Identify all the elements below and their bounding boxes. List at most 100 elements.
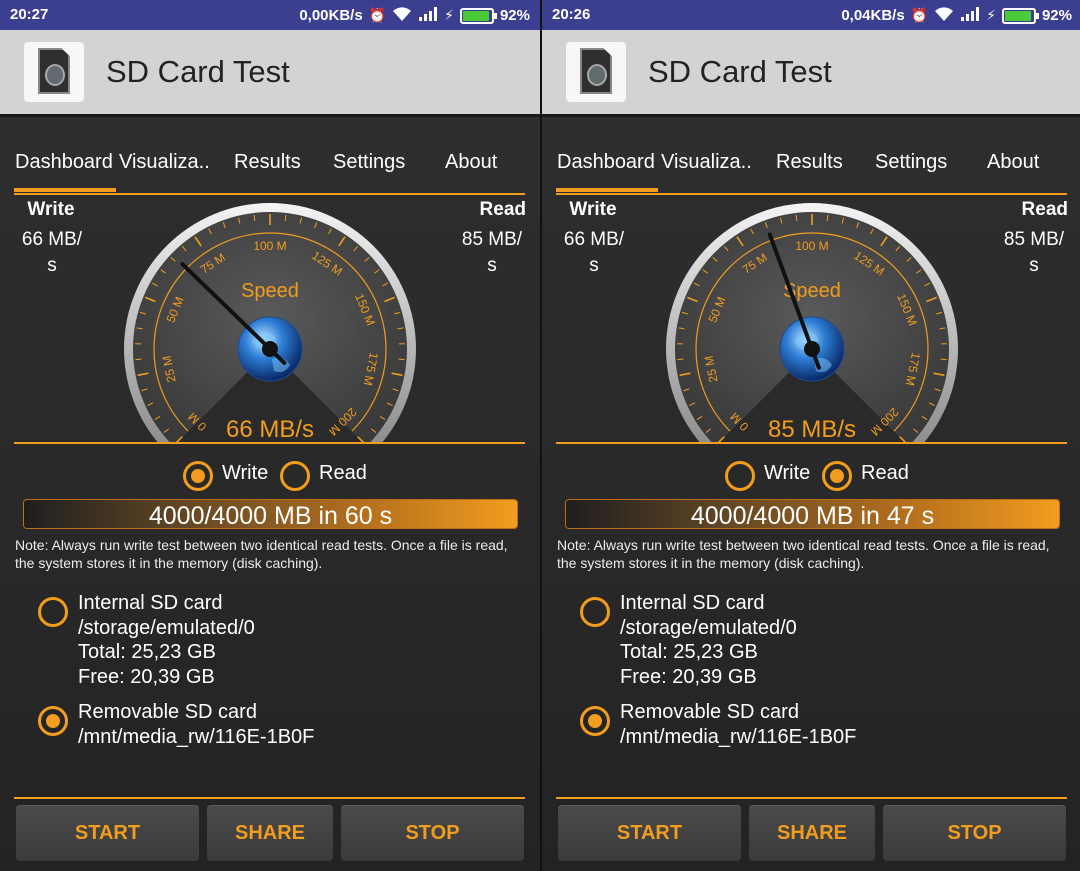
status-bar: 20:26 0,04KB/s ⏰ ⚡ 92%: [542, 0, 1080, 30]
app-title: SD Card Test: [648, 54, 832, 89]
divider: [556, 442, 1067, 444]
gauge-reading: 66 MB/s: [226, 416, 314, 443]
internal-storage-radio[interactable]: [38, 597, 68, 627]
stop-button[interactable]: STOP: [341, 805, 524, 861]
gauge-tick: [253, 214, 256, 221]
wifi-icon: [934, 6, 954, 25]
storage-name: Removable SD card: [78, 701, 257, 723]
write-speed-value: 66 MB/ s: [563, 229, 625, 276]
caching-note: Note: Always run write test between two …: [15, 537, 508, 571]
storage-option-internal[interactable]: Internal SD card /storage/emulated/0 Tot…: [0, 591, 540, 691]
divider: [14, 797, 525, 799]
gauge-tick-label: 100 M: [795, 239, 828, 253]
speedometer-gauge: 0 M 25 M 50 M 75 M 100 M 125 M 150 M 175 M 200 M…: [115, 203, 425, 453]
read-speed-value: 85 MB/ s: [1003, 229, 1065, 276]
tab-bar: Dashboard Visualiza.. Results Settings A…: [556, 117, 1067, 195]
gauge-needle-hub: [262, 341, 278, 357]
tab-results[interactable]: Results: [234, 151, 301, 174]
test-mode-selector: Write Read: [542, 459, 1080, 493]
battery-level: [1004, 10, 1031, 21]
storage-free: Free: 20,39 GB: [78, 665, 215, 688]
alarm-icon: ⏰: [368, 7, 387, 23]
read-mode-radio[interactable]: [280, 461, 310, 491]
read-mode-radio[interactable]: [822, 461, 852, 491]
test-mode-selector: Write Read: [0, 459, 540, 493]
charging-icon: ⚡: [986, 7, 996, 23]
read-speed-value: 85 MB/ s: [461, 229, 523, 276]
battery-level: [462, 10, 489, 21]
gauge-tick-label: 100 M: [253, 239, 286, 253]
tab-visualization[interactable]: Visualiza..: [661, 151, 752, 174]
speedometer-gauge: 0 M 25 M 50 M 75 M 100 M 125 M 150 M 175 M 200 M…: [657, 203, 967, 453]
removable-storage-radio[interactable]: [38, 706, 68, 736]
storage-option-removable[interactable]: Removable SD card /mnt/media_rw/116E-1B0…: [542, 700, 1080, 755]
app-sd-card-icon: [566, 42, 626, 102]
storage-total: Total: 25,23 GB: [620, 641, 758, 663]
app-bar: SD Card Test: [0, 30, 540, 114]
battery-icon: [1001, 7, 1039, 24]
storage-name: Internal SD card: [620, 592, 765, 614]
network-speed: 0,04KB/s: [841, 7, 905, 24]
storage-option-removable[interactable]: Removable SD card /mnt/media_rw/116E-1B0…: [0, 700, 540, 755]
active-tab-indicator: [14, 188, 116, 192]
write-mode-radio[interactable]: [725, 461, 755, 491]
app-bar: SD Card Test: [542, 30, 1080, 114]
start-button[interactable]: START: [16, 805, 199, 861]
stop-button[interactable]: STOP: [883, 805, 1066, 861]
internal-storage-details: Internal SD card /storage/emulated/0 Tot…: [78, 591, 255, 689]
gauge-tick: [284, 214, 287, 221]
tab-settings[interactable]: Settings: [875, 151, 947, 174]
alarm-icon: ⏰: [910, 7, 929, 23]
removable-storage-details: Removable SD card /mnt/media_rw/116E-1B0…: [78, 700, 314, 749]
test-progress-bar: 4000/4000 MB in 47 s: [565, 499, 1060, 529]
app-sd-card-icon: [24, 42, 84, 102]
progress-text: 4000/4000 MB in 47 s: [690, 502, 935, 529]
read-label: Read: [479, 199, 526, 220]
tab-dashboard[interactable]: Dashboard: [15, 151, 113, 174]
progress-text: 4000/4000 MB in 60 s: [148, 502, 393, 529]
tab-about[interactable]: About: [445, 151, 497, 174]
write-label: Write: [569, 199, 617, 220]
tab-dashboard[interactable]: Dashboard: [557, 151, 655, 174]
divider: [556, 797, 1067, 799]
gauge-needle-hub: [804, 341, 820, 357]
wifi-icon: [392, 6, 412, 25]
status-icons: 0,00KB/s ⏰ ⚡ 92%: [299, 6, 530, 25]
read-label: Read: [1021, 199, 1068, 220]
share-button[interactable]: SHARE: [207, 805, 333, 861]
share-button[interactable]: SHARE: [749, 805, 875, 861]
write-mode-label: Write: [764, 462, 811, 484]
start-button[interactable]: START: [558, 805, 741, 861]
tab-about[interactable]: About: [987, 151, 1039, 174]
active-tab-indicator: [556, 188, 658, 192]
storage-total: Total: 25,23 GB: [78, 641, 216, 663]
write-speed-value: 66 MB/ s: [21, 229, 83, 276]
signal-icon: [960, 6, 980, 25]
internal-storage-details: Internal SD card /storage/emulated/0 Tot…: [620, 591, 797, 689]
divider: [14, 442, 525, 444]
tab-visualization[interactable]: Visualiza..: [119, 151, 210, 174]
tab-settings[interactable]: Settings: [333, 151, 405, 174]
phone-screen-read-test: 20:26 0,04KB/s ⏰ ⚡ 92% SD Card Test Dash…: [540, 0, 1080, 871]
gauge-tick: [826, 214, 829, 221]
test-progress-bar: 4000/4000 MB in 60 s: [23, 499, 518, 529]
tab-bar: Dashboard Visualiza.. Results Settings A…: [14, 117, 525, 195]
tab-results[interactable]: Results: [776, 151, 843, 174]
status-icons: 0,04KB/s ⏰ ⚡ 92%: [841, 6, 1072, 25]
write-mode-label: Write: [222, 462, 269, 484]
read-mode-label: Read: [861, 462, 909, 484]
removable-storage-details: Removable SD card /mnt/media_rw/116E-1B0…: [620, 700, 856, 749]
signal-icon: [418, 6, 438, 25]
gauge-reading: 85 MB/s: [768, 416, 856, 443]
internal-storage-radio[interactable]: [580, 597, 610, 627]
battery-icon: [459, 7, 497, 24]
removable-storage-radio[interactable]: [580, 706, 610, 736]
gauge-tick: [795, 214, 798, 221]
write-mode-radio[interactable]: [183, 461, 213, 491]
read-mode-label: Read: [319, 462, 367, 484]
network-speed: 0,00KB/s: [299, 7, 363, 24]
storage-option-internal[interactable]: Internal SD card /storage/emulated/0 Tot…: [542, 591, 1080, 691]
app-title: SD Card Test: [106, 54, 290, 89]
storage-path: /storage/emulated/0: [78, 616, 255, 639]
gauge-speed-label: Speed: [241, 280, 299, 302]
